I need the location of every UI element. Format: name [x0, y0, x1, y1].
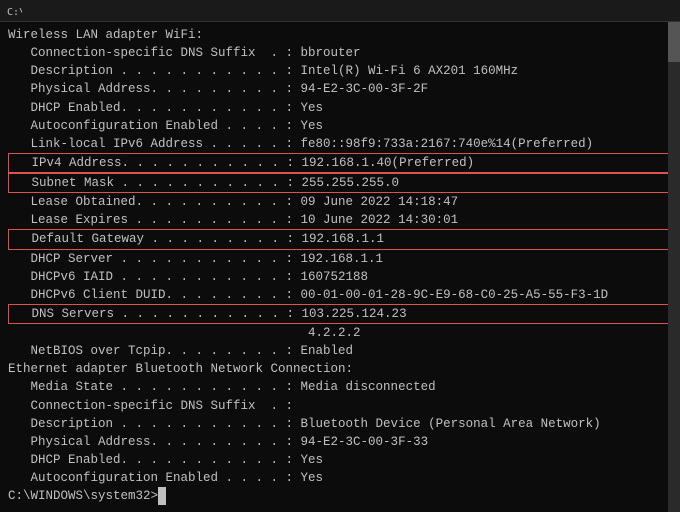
- close-button[interactable]: [656, 3, 674, 19]
- terminal-line: DNS Servers . . . . . . . . . . . : 103.…: [8, 304, 670, 324]
- terminal-line: IPv4 Address. . . . . . . . . . . : 192.…: [8, 153, 670, 173]
- output-lines: Wireless LAN adapter WiFi: Connection-sp…: [8, 26, 672, 505]
- terminal-line: Description . . . . . . . . . . . : Blue…: [8, 415, 672, 433]
- svg-text:C:\: C:\: [7, 7, 22, 18]
- terminal-line: DHCP Server . . . . . . . . . . . : 192.…: [8, 250, 672, 268]
- scrollbar-thumb[interactable]: [668, 22, 680, 62]
- window-controls: [616, 3, 674, 19]
- terminal-content: Wireless LAN adapter WiFi: Connection-sp…: [0, 22, 680, 512]
- maximize-button[interactable]: [636, 3, 654, 19]
- terminal-line: DHCP Enabled. . . . . . . . . . . : Yes: [8, 451, 672, 469]
- terminal-line: NetBIOS over Tcpip. . . . . . . . : Enab…: [8, 342, 672, 360]
- terminal-line: Autoconfiguration Enabled . . . . : Yes: [8, 469, 672, 487]
- terminal-line: Media State . . . . . . . . . . . : Medi…: [8, 378, 672, 396]
- terminal-line: Autoconfiguration Enabled . . . . : Yes: [8, 117, 672, 135]
- terminal-line: C:\WINDOWS\system32>: [8, 487, 672, 505]
- terminal-line: DHCP Enabled. . . . . . . . . . . : Yes: [8, 99, 672, 117]
- terminal-line: Physical Address. . . . . . . . . : 94-E…: [8, 80, 672, 98]
- terminal-line: Default Gateway . . . . . . . . . : 192.…: [8, 229, 670, 249]
- terminal-line: Wireless LAN adapter WiFi:: [8, 26, 672, 44]
- terminal-line: Description . . . . . . . . . . . : Inte…: [8, 62, 672, 80]
- cmd-icon: C:\: [6, 3, 22, 19]
- terminal-line: 4.2.2.2: [8, 324, 672, 342]
- terminal-line: Lease Obtained. . . . . . . . . . : 09 J…: [8, 193, 672, 211]
- scrollbar[interactable]: [668, 22, 680, 512]
- terminal-line: Physical Address. . . . . . . . . : 94-E…: [8, 433, 672, 451]
- title-bar-left: C:\: [6, 3, 28, 19]
- terminal-line: Subnet Mask . . . . . . . . . . . : 255.…: [8, 173, 670, 193]
- minimize-button[interactable]: [616, 3, 634, 19]
- terminal-line: Ethernet adapter Bluetooth Network Conne…: [8, 360, 672, 378]
- terminal-line: Connection-specific DNS Suffix . :: [8, 397, 672, 415]
- terminal-line: DHCPv6 Client DUID. . . . . . . . : 00-0…: [8, 286, 672, 304]
- terminal-line: DHCPv6 IAID . . . . . . . . . . . : 1607…: [8, 268, 672, 286]
- terminal-line: Link-local IPv6 Address . . . . . : fe80…: [8, 135, 672, 153]
- terminal-line: Connection-specific DNS Suffix . : bbrou…: [8, 44, 672, 62]
- title-bar: C:\: [0, 0, 680, 22]
- terminal-line: Lease Expires . . . . . . . . . . : 10 J…: [8, 211, 672, 229]
